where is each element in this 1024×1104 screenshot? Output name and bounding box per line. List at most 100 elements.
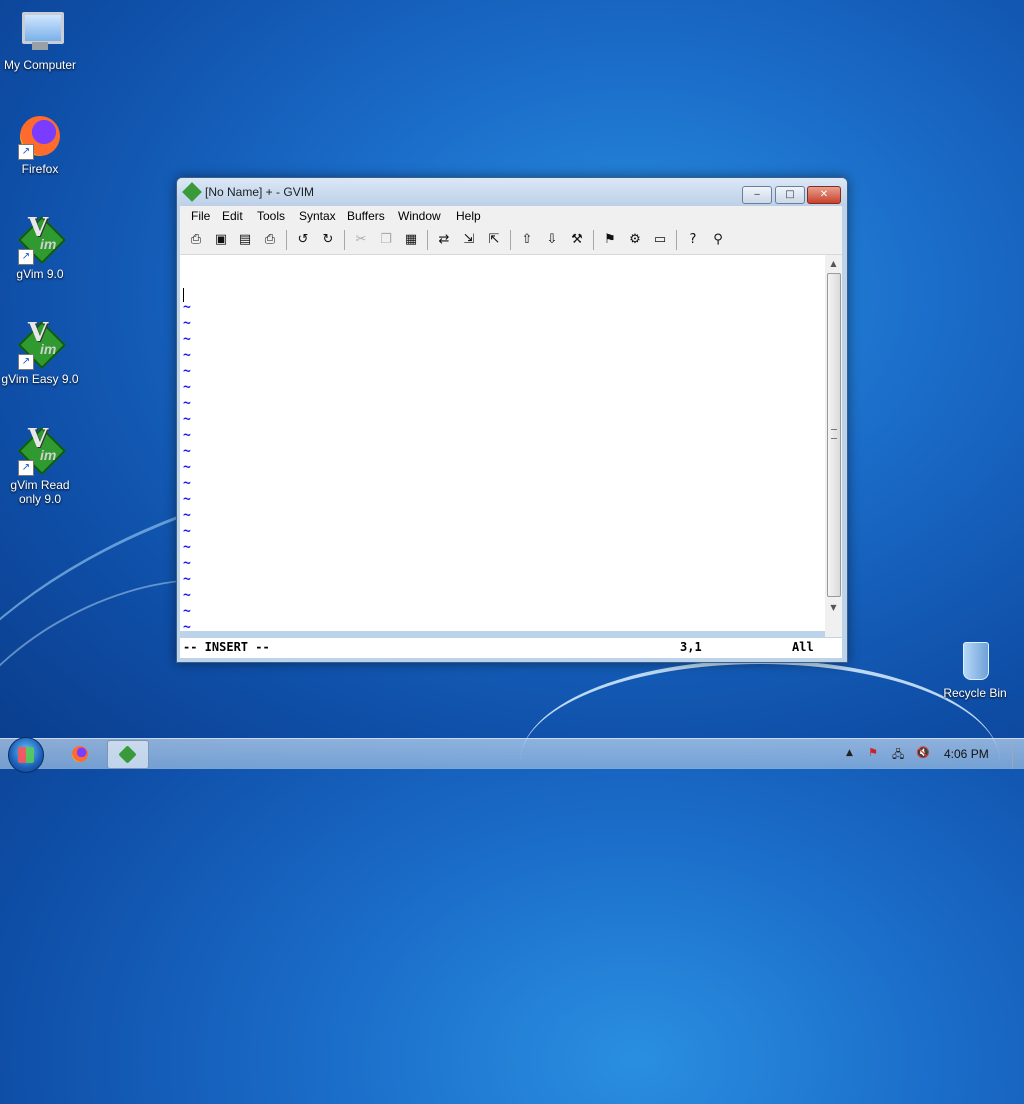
status-line: -- INSERT -- 3,1 All — [180, 638, 842, 658]
find-prev-icon[interactable]: ⇱ — [485, 231, 503, 249]
tilde-marker: ~ — [183, 444, 191, 459]
action-center-icon[interactable]: ⚑ — [868, 746, 878, 759]
vim-icon: Vim ↗ — [16, 320, 67, 370]
scrollbar-thumb[interactable] — [827, 273, 841, 597]
gvim-window[interactable]: [No Name] + - GVIM ‒ □ ✕ File Edit Tools… — [176, 177, 848, 663]
menu-bar: File Edit Tools Syntax Buffers Window He… — [180, 206, 842, 226]
show-hidden-icons-icon[interactable]: ▲ — [846, 748, 853, 758]
find-next-icon[interactable]: ⇲ — [460, 231, 478, 249]
tilde-marker: ~ — [183, 332, 191, 347]
tilde-marker: ~ — [183, 476, 191, 491]
menu-window[interactable]: Window — [398, 209, 441, 223]
taskbar: ▲ ⚑ 🖧 🔇 4:06 PM — [0, 737, 1024, 773]
volume-muted-icon[interactable]: 🔇 — [916, 746, 930, 759]
desktop-icon-label: gVim Read only 9.0 — [10, 478, 70, 506]
tilde-marker: ~ — [183, 412, 191, 427]
menu-syntax[interactable]: Syntax — [299, 209, 336, 223]
cursor-position: 3,1 — [680, 640, 702, 654]
desktop-icon-recycle-bin[interactable]: Recycle Bin — [935, 636, 1015, 700]
minimize-button[interactable]: ‒ — [742, 186, 772, 204]
editor-area[interactable]: ~ ~ ~ ~ ~ ~ ~ ~ ~ ~ ~ ~ ~ ~ ~ ~ ~ ~ ~ ~ ~ — [180, 255, 825, 635]
desktop-icon-firefox[interactable]: ↗ Firefox — [0, 112, 80, 176]
menu-edit[interactable]: Edit — [222, 209, 243, 223]
jump-tag-icon[interactable]: ▭ — [651, 231, 669, 249]
menu-tools[interactable]: Tools — [257, 209, 285, 223]
desktop-icon-label: My Computer — [3, 58, 77, 72]
menu-buffers[interactable]: Buffers — [347, 209, 385, 223]
vertical-scrollbar[interactable]: ▲ ▼ — [825, 255, 842, 637]
shortcut-arrow-icon: ↗ — [18, 249, 34, 265]
desktop-icon-my-computer[interactable]: My Computer — [0, 8, 80, 72]
print-icon[interactable]: ⎙ — [261, 231, 279, 249]
help-icon[interactable]: ? — [684, 231, 702, 249]
desktop-icon-gvim[interactable]: Vim ↗ gVim 9.0 — [0, 215, 80, 281]
firefox-icon: ↗ — [16, 112, 64, 160]
tilde-marker: ~ — [183, 508, 191, 523]
tilde-marker: ~ — [183, 380, 191, 395]
make-icon[interactable]: ⚑ — [601, 231, 619, 249]
clock[interactable]: 4:06 PM — [944, 747, 989, 761]
taskbar-gvim[interactable] — [107, 740, 149, 769]
tilde-marker: ~ — [183, 428, 191, 443]
scroll-up-arrow-icon[interactable]: ▲ — [825, 257, 842, 271]
computer-icon — [16, 8, 64, 56]
scroll-percentage: All — [792, 640, 814, 654]
cut-icon[interactable]: ✂ — [352, 231, 370, 249]
desktop-icon-gvim-easy[interactable]: Vim ↗ gVim Easy 9.0 — [0, 320, 80, 386]
taskbar-firefox[interactable] — [60, 740, 100, 767]
redo-icon[interactable]: ↻ — [319, 231, 337, 249]
tilde-marker: ~ — [183, 300, 191, 315]
tilde-marker: ~ — [183, 492, 191, 507]
menu-file[interactable]: File — [191, 209, 210, 223]
vim-icon: Vim ↗ — [16, 215, 67, 265]
desktop-icon-label: gVim 9.0 — [16, 267, 64, 281]
save-all-icon[interactable]: ▤ — [236, 231, 254, 249]
empty-line-markers: ~ ~ ~ ~ ~ ~ ~ ~ ~ ~ ~ ~ ~ ~ ~ ~ ~ ~ ~ ~ ~ — [183, 300, 191, 636]
tilde-marker: ~ — [183, 588, 191, 603]
desktop-icon-label: Firefox — [21, 162, 59, 176]
run-ctags-icon[interactable]: ⚙ — [626, 231, 644, 249]
tilde-marker: ~ — [183, 316, 191, 331]
tilde-marker: ~ — [183, 572, 191, 587]
vim-icon: Vim ↗ — [16, 426, 67, 476]
close-button[interactable]: ✕ — [807, 186, 841, 204]
save-session-icon[interactable]: ⇩ — [543, 231, 561, 249]
shortcut-arrow-icon: ↗ — [18, 460, 34, 476]
desktop-icon-label: Recycle Bin — [943, 686, 1007, 700]
copy-icon[interactable]: ❐ — [377, 231, 395, 249]
shortcut-arrow-icon: ↗ — [18, 144, 34, 160]
tilde-marker: ~ — [183, 364, 191, 379]
scroll-down-arrow-icon[interactable]: ▼ — [825, 601, 842, 615]
firefox-icon — [72, 746, 88, 762]
desktop-icon-label: gVim Easy 9.0 — [1, 372, 79, 386]
paste-icon[interactable]: ▦ — [402, 231, 420, 249]
shortcut-arrow-icon: ↗ — [18, 354, 34, 370]
tilde-marker: ~ — [183, 396, 191, 411]
tilde-marker: ~ — [183, 524, 191, 539]
load-session-icon[interactable]: ⇧ — [518, 231, 536, 249]
open-icon[interactable]: ⎙ — [187, 231, 205, 249]
tilde-marker: ~ — [183, 348, 191, 363]
show-desktop-button[interactable] — [1012, 739, 1024, 769]
mode-indicator: -- INSERT -- — [183, 640, 270, 654]
replace-icon[interactable]: ⇄ — [435, 231, 453, 249]
tilde-marker: ~ — [183, 620, 191, 635]
title-bar[interactable]: [No Name] + - GVIM ‒ □ ✕ — [177, 178, 847, 206]
tilde-marker: ~ — [183, 460, 191, 475]
find-help-icon[interactable]: ⚲ — [709, 231, 727, 249]
desktop-icon-gvim-readonly[interactable]: Vim ↗ gVim Read only 9.0 — [0, 426, 80, 506]
vim-icon — [182, 182, 202, 202]
vim-icon — [118, 745, 137, 764]
run-script-icon[interactable]: ⚒ — [568, 231, 586, 249]
undo-icon[interactable]: ↺ — [294, 231, 312, 249]
maximize-button[interactable]: □ — [775, 186, 805, 204]
save-icon[interactable]: ▣ — [212, 231, 230, 249]
window-title: [No Name] + - GVIM — [205, 185, 315, 199]
tilde-marker: ~ — [183, 556, 191, 571]
recycle-bin-icon — [951, 636, 999, 684]
menu-help[interactable]: Help — [456, 209, 481, 223]
network-icon[interactable]: 🖧 — [892, 746, 904, 765]
tilde-marker: ~ — [183, 540, 191, 555]
toolbar: ⎙ ▣ ▤ ⎙ ↺ ↻ ✂ ❐ ▦ ⇄ ⇲ ⇱ ⇧ ⇩ ⚒ ⚑ ⚙ ▭ ? ⚲ — [180, 226, 842, 255]
tilde-marker: ~ — [183, 604, 191, 619]
